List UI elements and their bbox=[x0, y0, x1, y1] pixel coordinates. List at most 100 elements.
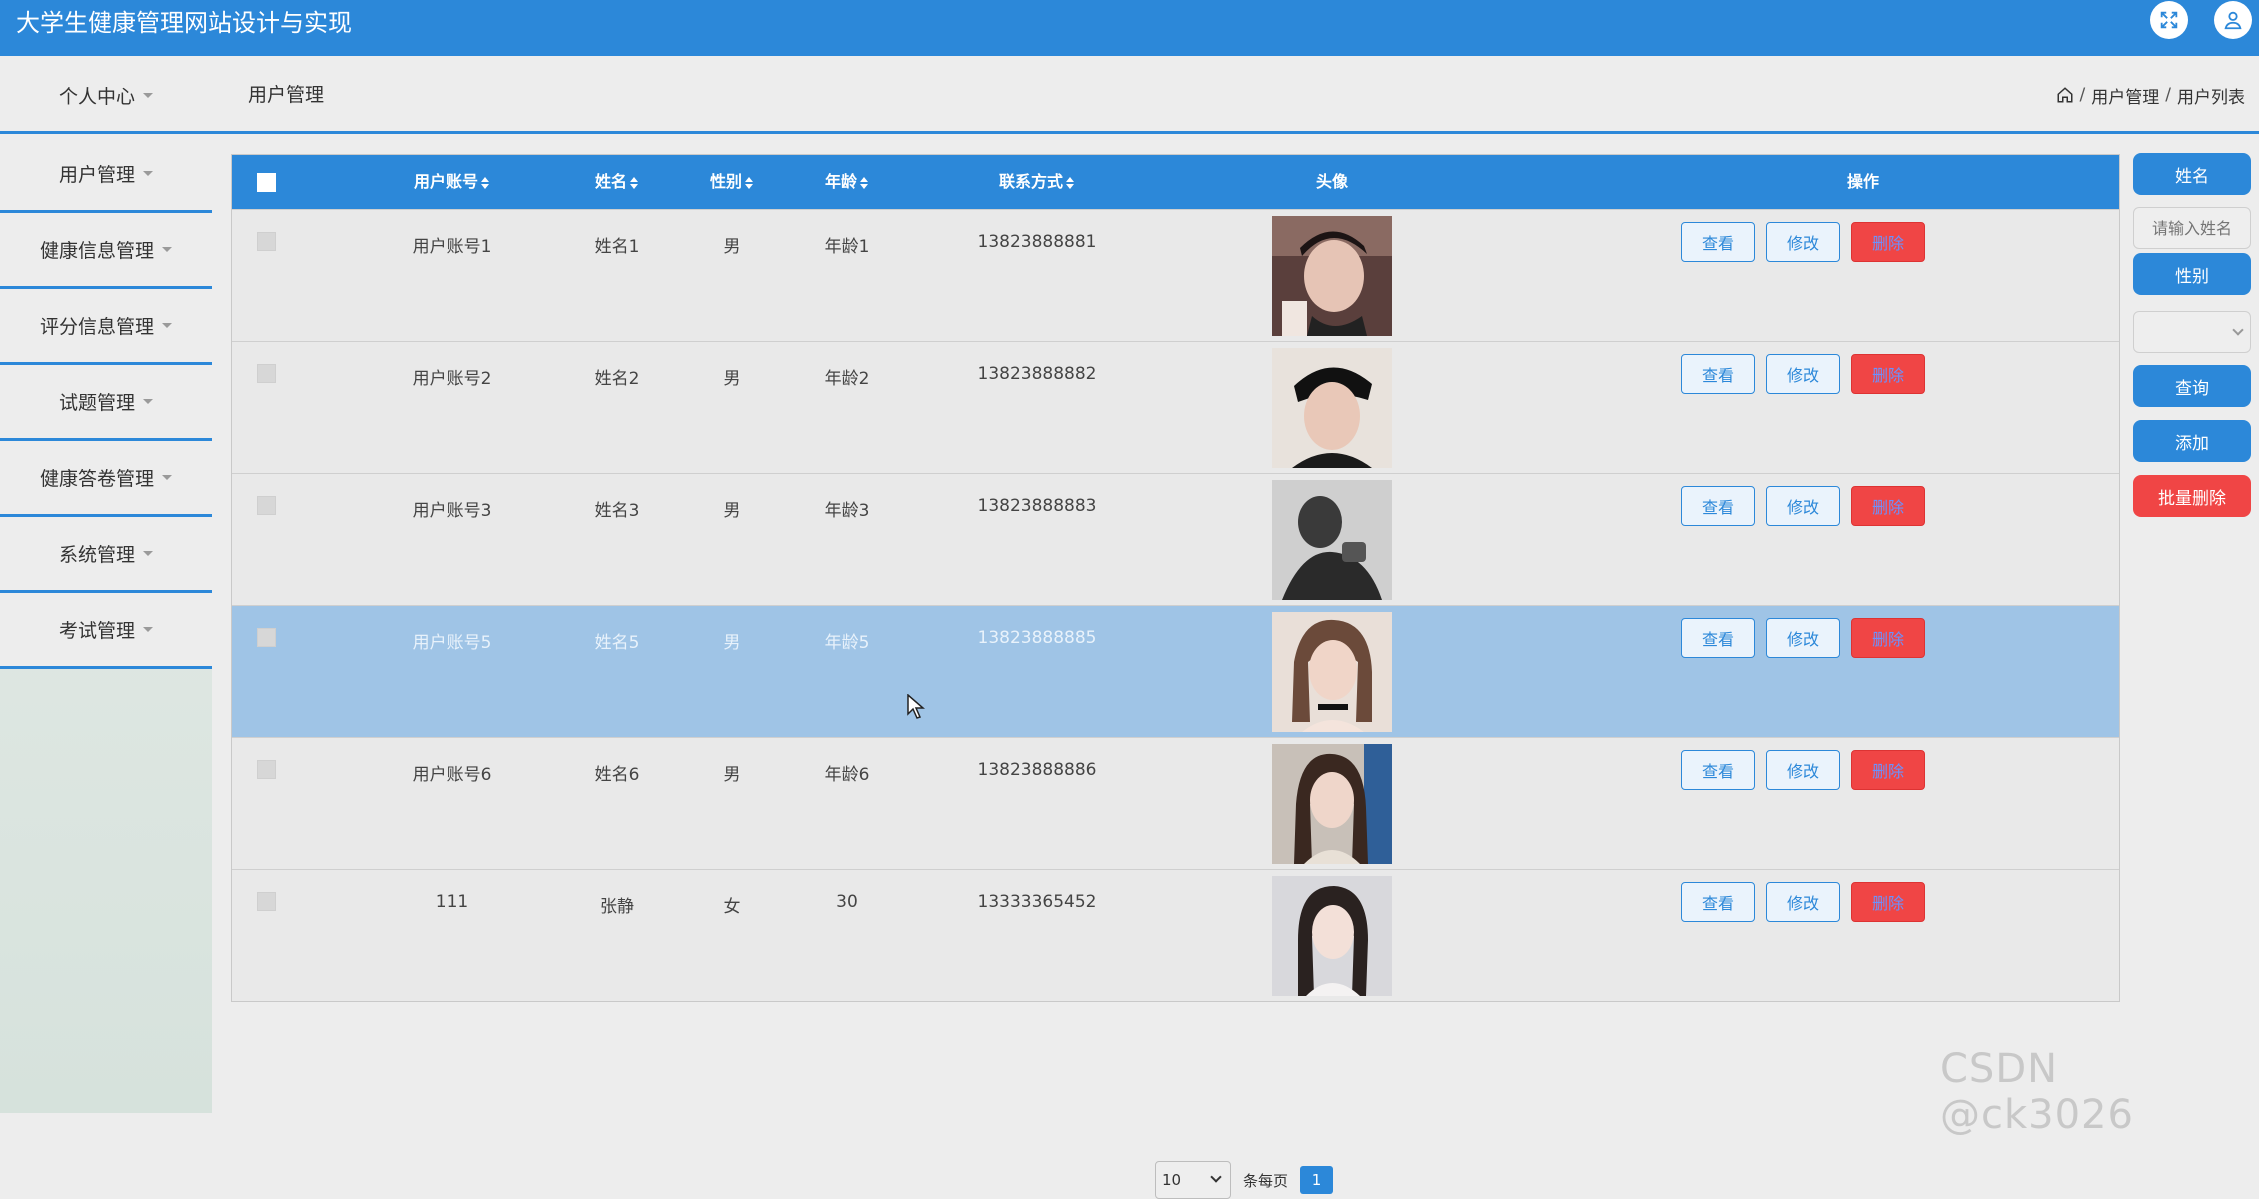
table-row[interactable]: 111 张静 女 30 13333365452 查看 修改 删除 bbox=[232, 869, 2119, 1001]
cell-age: 年龄5 bbox=[824, 633, 870, 653]
avatar bbox=[1272, 744, 1392, 864]
table-row[interactable]: 用户账号3 姓名3 男 年龄3 13823888883 查看 修改 删除 bbox=[232, 473, 2119, 605]
delete-button[interactable]: 删除 bbox=[1851, 618, 1925, 658]
view-button[interactable]: 查看 bbox=[1681, 882, 1755, 922]
user-table: 用户账号 姓名 性别 年龄 联系方式 头像 操作 用户账号1 姓名1 男 年龄1… bbox=[231, 154, 2120, 1002]
edit-button[interactable]: 修改 bbox=[1766, 618, 1840, 658]
row-checkbox[interactable] bbox=[256, 364, 276, 383]
breadcrumb-separator: / bbox=[2079, 85, 2086, 105]
cell-account: 用户账号1 bbox=[412, 237, 492, 257]
select-all-checkbox[interactable] bbox=[256, 173, 276, 192]
caret-down-icon bbox=[143, 627, 153, 632]
sort-icon bbox=[744, 176, 754, 189]
cell-account: 用户账号3 bbox=[412, 501, 492, 521]
page-size-value: 10 bbox=[1162, 1171, 1182, 1189]
delete-button[interactable]: 删除 bbox=[1851, 222, 1925, 262]
view-button[interactable]: 查看 bbox=[1681, 222, 1755, 262]
cell-account: 用户账号6 bbox=[412, 765, 492, 785]
sidebar-item-label: 系统管理 bbox=[58, 544, 135, 566]
cell-age: 年龄6 bbox=[824, 765, 870, 785]
page-size-select[interactable]: 10 bbox=[1155, 1161, 1231, 1199]
breadcrumb-item-user-management[interactable]: 用户管理 bbox=[2091, 83, 2159, 108]
batch-delete-button[interactable]: 批量删除 bbox=[2133, 475, 2251, 517]
sidebar-item-label: 考试管理 bbox=[58, 620, 135, 642]
delete-button[interactable]: 删除 bbox=[1851, 882, 1925, 922]
personal-center-menu[interactable]: 个人中心 bbox=[0, 56, 212, 134]
sort-icon bbox=[1065, 176, 1075, 189]
cell-phone: 13823888886 bbox=[977, 760, 1097, 780]
avatar bbox=[1272, 216, 1392, 336]
select-all-cell bbox=[232, 155, 300, 209]
table-row[interactable]: 用户账号1 姓名1 男 年龄1 13823888881 查看 修改 删除 bbox=[232, 209, 2119, 341]
cell-name: 姓名5 bbox=[594, 633, 640, 653]
cell-name: 姓名2 bbox=[594, 369, 640, 389]
home-icon[interactable] bbox=[2056, 86, 2074, 104]
column-header-label: 用户账号 bbox=[413, 172, 478, 191]
delete-button[interactable]: 删除 bbox=[1851, 750, 1925, 790]
delete-button[interactable]: 删除 bbox=[1851, 486, 1925, 526]
caret-down-icon bbox=[143, 399, 153, 404]
user-icon bbox=[2224, 11, 2242, 30]
row-checkbox[interactable] bbox=[256, 760, 276, 779]
fullscreen-button[interactable] bbox=[2150, 1, 2188, 39]
sidebar-item-answer-sheets[interactable]: 健康答卷管理 bbox=[0, 441, 212, 517]
user-menu-button[interactable] bbox=[2214, 1, 2252, 39]
name-filter-label: 姓名 bbox=[2133, 153, 2251, 195]
chevron-down-icon bbox=[1210, 1171, 1222, 1183]
query-button[interactable]: 查询 bbox=[2133, 365, 2251, 407]
row-checkbox[interactable] bbox=[256, 628, 276, 647]
sidebar-item-score-info[interactable]: 评分信息管理 bbox=[0, 289, 212, 365]
pagination: 10 条每页 1 bbox=[1155, 1161, 1334, 1199]
column-header-name[interactable]: 姓名 bbox=[567, 155, 667, 209]
view-button[interactable]: 查看 bbox=[1681, 354, 1755, 394]
edit-button[interactable]: 修改 bbox=[1766, 486, 1840, 526]
table-row[interactable]: 用户账号5 姓名5 男 年龄5 13823888885 查看 修改 删除 bbox=[232, 605, 2119, 737]
row-checkbox[interactable] bbox=[256, 892, 276, 911]
edit-button[interactable]: 修改 bbox=[1766, 222, 1840, 262]
watermark: CSDN @ck3026 bbox=[1940, 1046, 2134, 1138]
sidebar-item-exams[interactable]: 考试管理 bbox=[0, 593, 212, 669]
name-search-input[interactable] bbox=[2133, 207, 2251, 249]
view-button[interactable]: 查看 bbox=[1681, 618, 1755, 658]
sidebar-item-label: 健康信息管理 bbox=[39, 240, 154, 262]
avatar bbox=[1272, 612, 1392, 732]
edit-button[interactable]: 修改 bbox=[1766, 750, 1840, 790]
caret-down-icon bbox=[162, 247, 172, 252]
column-header-label: 姓名 bbox=[594, 172, 627, 191]
column-header-phone[interactable]: 联系方式 bbox=[967, 155, 1107, 209]
breadcrumb-item-user-list: 用户列表 bbox=[2177, 87, 2245, 108]
edit-button[interactable]: 修改 bbox=[1766, 354, 1840, 394]
column-header-actions: 操作 bbox=[1846, 172, 1879, 191]
sidebar: 用户管理 健康信息管理 评分信息管理 试题管理 健康答卷管理 系统管理 考试管理 bbox=[0, 137, 212, 1113]
edit-button[interactable]: 修改 bbox=[1766, 882, 1840, 922]
add-button[interactable]: 添加 bbox=[2133, 420, 2251, 462]
column-header-account[interactable]: 用户账号 bbox=[392, 155, 512, 209]
cell-phone: 13823888881 bbox=[977, 232, 1097, 252]
sidebar-item-user-management[interactable]: 用户管理 bbox=[0, 137, 212, 213]
cell-name: 姓名6 bbox=[594, 765, 640, 785]
app-title: 大学生健康管理网站设计与实现 bbox=[16, 9, 352, 37]
gender-select[interactable] bbox=[2133, 311, 2251, 353]
view-button[interactable]: 查看 bbox=[1681, 750, 1755, 790]
sidebar-item-system[interactable]: 系统管理 bbox=[0, 517, 212, 593]
delete-button[interactable]: 删除 bbox=[1851, 354, 1925, 394]
row-checkbox[interactable] bbox=[256, 496, 276, 515]
expand-icon bbox=[2160, 11, 2178, 29]
breadcrumb: / 用户管理 / 用户列表 bbox=[2056, 56, 2245, 134]
cell-age: 30 bbox=[836, 892, 858, 912]
column-header-gender[interactable]: 性别 bbox=[682, 155, 782, 209]
table-row[interactable]: 用户账号6 姓名6 男 年龄6 13823888886 查看 修改 删除 bbox=[232, 737, 2119, 869]
cell-gender: 女 bbox=[723, 897, 741, 917]
sort-icon bbox=[480, 176, 490, 189]
page-number-button[interactable]: 1 bbox=[1300, 1166, 1334, 1194]
sidebar-item-questions[interactable]: 试题管理 bbox=[0, 365, 212, 441]
column-header-age[interactable]: 年龄 bbox=[797, 155, 897, 209]
row-checkbox[interactable] bbox=[256, 232, 276, 251]
view-button[interactable]: 查看 bbox=[1681, 486, 1755, 526]
cell-phone: 13823888885 bbox=[977, 628, 1097, 648]
table-row[interactable]: 用户账号2 姓名2 男 年龄2 13823888882 查看 修改 删除 bbox=[232, 341, 2119, 473]
column-header-label: 性别 bbox=[709, 172, 742, 191]
sidebar-item-health-info[interactable]: 健康信息管理 bbox=[0, 213, 212, 289]
sidebar-item-label: 评分信息管理 bbox=[39, 316, 154, 338]
per-page-label: 条每页 bbox=[1243, 1171, 1289, 1190]
